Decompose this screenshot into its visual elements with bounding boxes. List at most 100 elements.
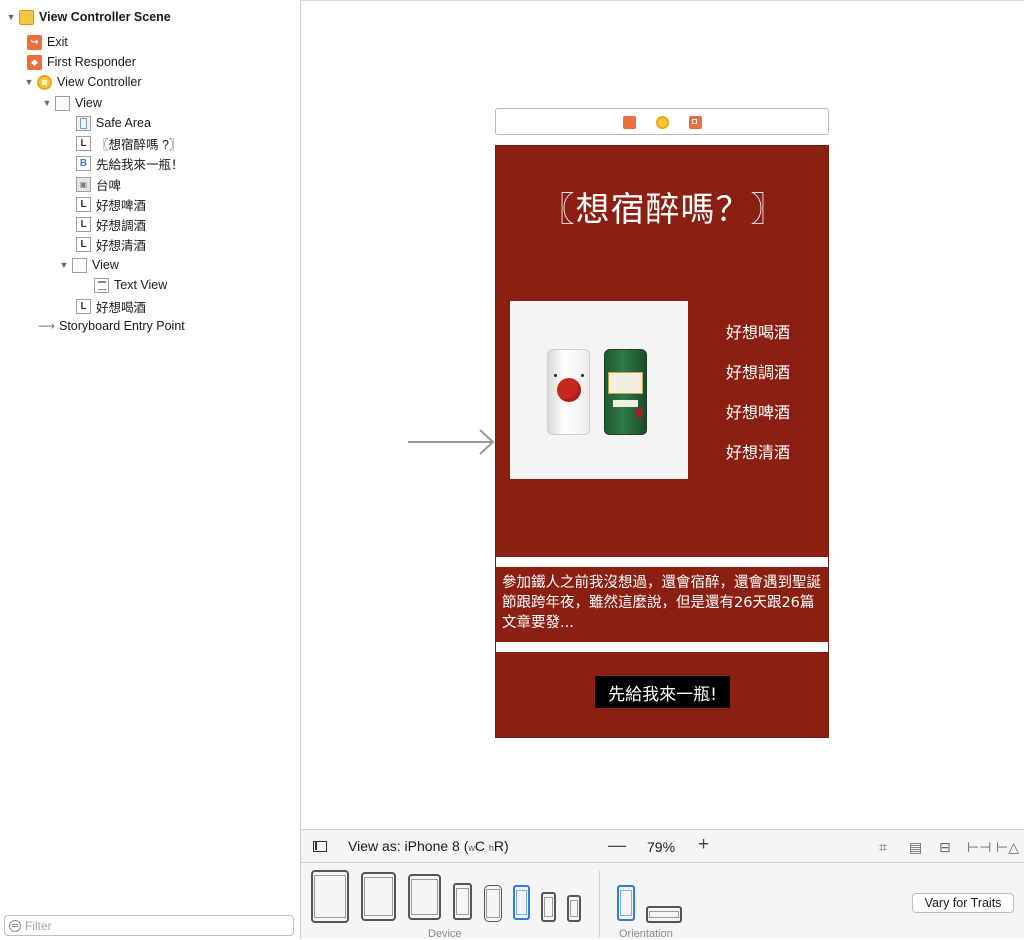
- outline-item-label: 好想清酒: [96, 238, 147, 253]
- view-controller-screen[interactable]: 〖想宿醉嗎？〗 好想喝酒 好想調酒 好想啤酒 好想清酒 參加鐵人之前我沒想過，還…: [495, 145, 829, 738]
- disclosure-triangle-icon[interactable]: ▼: [24, 77, 34, 87]
- label-sake[interactable]: 好想清酒: [726, 439, 790, 463]
- device-iphone-4s-icon[interactable]: [567, 895, 581, 922]
- device-iphone-8-plus-icon[interactable]: [453, 883, 472, 920]
- filter-field[interactable]: Filter: [4, 915, 294, 936]
- outline-item-label: Storyboard Entry Point: [59, 319, 185, 333]
- outline-item-label: 好想喝酒: [96, 300, 147, 315]
- orientation-portrait-icon[interactable]: [617, 885, 635, 921]
- view-controller-icon: [37, 74, 52, 90]
- sidebar-toggle-icon[interactable]: [313, 841, 327, 852]
- label-icon: L: [76, 196, 91, 212]
- vary-for-traits-button[interactable]: Vary for Traits: [912, 893, 1014, 913]
- device-iphone-se-icon[interactable]: [541, 892, 556, 922]
- outline-item-label: Exit: [47, 35, 68, 49]
- first-responder-icon[interactable]: [623, 116, 636, 129]
- outline-item-label: First Responder: [47, 55, 136, 69]
- entry-arrow-icon: ⟶: [38, 319, 56, 333]
- label-icon: L: [76, 135, 91, 151]
- outline-row-title-label[interactable]: L 〖想宿醉嗎 ?〗: [76, 133, 181, 153]
- filter-icon: [9, 919, 21, 932]
- orientation-landscape-icon[interactable]: [646, 906, 682, 923]
- document-outline: ▼ View Controller Scene ↪ Exit ◆ First R…: [0, 0, 301, 939]
- device-ipad-pro-10-icon[interactable]: [361, 872, 396, 921]
- label-cocktail[interactable]: 好想調酒: [726, 359, 790, 383]
- outline-item-label: View Controller: [57, 75, 142, 89]
- zoom-in-button[interactable]: +: [698, 834, 709, 856]
- outline-item-label: View Controller Scene: [39, 10, 171, 24]
- outline-item-label: 好想啤酒: [96, 198, 147, 213]
- device-caption: Device: [428, 928, 462, 940]
- outline-item-label: Text View: [114, 278, 168, 292]
- outline-item-label: View: [75, 96, 102, 110]
- outline-row-first-responder[interactable]: ◆ First Responder: [27, 52, 136, 72]
- first-responder-icon: ◆: [27, 54, 42, 70]
- view-as-bar: View as: iPhone 8 (wC hR) — 79% + ⌗ ▤ ⊟ …: [301, 829, 1024, 862]
- outline-row-entry-point[interactable]: ⟶ Storyboard Entry Point: [38, 316, 185, 336]
- text-view[interactable]: 參加鐵人之前我沒想過，還會宿醉，還會遇到聖誕節跟跨年夜，雖然這麼說，但是還有26…: [496, 567, 828, 642]
- view-icon: [72, 257, 87, 273]
- button-icon: B: [76, 155, 91, 171]
- safe-area-icon: [76, 115, 91, 131]
- outline-row-view[interactable]: ▼ View: [42, 93, 102, 113]
- device-ipad-icon[interactable]: [408, 874, 441, 920]
- outline-row-label-cocktail[interactable]: L 好想調酒: [76, 214, 146, 234]
- outline-row-view-controller[interactable]: ▼ View Controller: [24, 72, 142, 92]
- outline-row-image-view[interactable]: ▣ 台啤: [76, 174, 121, 194]
- update-frames-icon[interactable]: ⌗: [879, 839, 887, 856]
- beer-image-view[interactable]: [510, 301, 688, 479]
- view-as-label[interactable]: View as: iPhone 8 (wC hR): [348, 838, 509, 854]
- outline-row-inner-view[interactable]: ▼ View: [59, 255, 119, 275]
- outline-row-button[interactable]: B 先給我來一瓶！: [76, 153, 184, 173]
- container-view-top[interactable]: [496, 557, 828, 567]
- label-icon: L: [76, 216, 91, 232]
- outline-item-label: 好想調酒: [96, 218, 147, 233]
- view-controller-icon[interactable]: [656, 116, 669, 129]
- zoom-level: 79%: [647, 839, 676, 855]
- zoom-out-button[interactable]: —: [608, 835, 626, 856]
- give-me-a-bottle-button[interactable]: 先給我來一瓶!: [595, 676, 730, 708]
- outline-row-exit[interactable]: ↪ Exit: [27, 32, 68, 52]
- label-icon: L: [76, 236, 91, 252]
- outline-item-label: Safe Area: [96, 116, 151, 130]
- label-beer[interactable]: 好想啤酒: [726, 399, 790, 423]
- orientation-caption: Orientation: [619, 928, 673, 940]
- label-icon: L: [76, 298, 91, 314]
- device-iphone-x-icon[interactable]: [484, 885, 502, 922]
- device-iphone-8-icon[interactable]: [513, 885, 530, 920]
- outline-row-label-sake[interactable]: L 好想清酒: [76, 234, 146, 254]
- resolve-layout-icon[interactable]: ⊢△: [996, 839, 1019, 856]
- label-drink[interactable]: 好想喝酒: [726, 319, 790, 343]
- outline-row-label-drink[interactable]: L 好想喝酒: [76, 296, 146, 316]
- view-icon: [55, 95, 70, 111]
- outline-row-text-view[interactable]: Text View: [94, 275, 167, 295]
- filter-placeholder: Filter: [25, 918, 52, 933]
- exit-icon: ↪: [27, 34, 42, 50]
- add-constraints-icon[interactable]: ⊢⊣: [967, 839, 991, 856]
- outline-item-label: 台啤: [96, 178, 122, 193]
- device-ipad-pro-12-icon[interactable]: [311, 870, 349, 923]
- disclosure-triangle-icon[interactable]: ▼: [6, 12, 16, 22]
- outline-row-safe-area[interactable]: Safe Area: [76, 113, 151, 133]
- outline-item-label: View: [92, 258, 119, 272]
- storyboard-entry-arrow-icon[interactable]: [408, 427, 498, 457]
- device-bar: Device Orientation Vary for Traits: [301, 862, 1024, 940]
- outline-row-label-beer[interactable]: L 好想啤酒: [76, 194, 146, 214]
- outline-row-scene[interactable]: ▼ View Controller Scene: [6, 7, 171, 27]
- divider: [599, 871, 600, 937]
- white-can-image: [547, 349, 590, 435]
- outline-item-label: 先給我來一瓶！: [96, 157, 184, 172]
- align-icon[interactable]: ⊟: [939, 839, 951, 856]
- title-label[interactable]: 〖想宿醉嗎？〗: [496, 182, 828, 231]
- outline-item-label: 〖想宿醉嗎 ?〗: [96, 137, 182, 152]
- scene-dock: [495, 108, 829, 135]
- embed-in-stack-icon[interactable]: ▤: [909, 839, 922, 856]
- disclosure-triangle-icon[interactable]: ▼: [42, 98, 52, 108]
- image-view-icon: ▣: [76, 176, 91, 192]
- disclosure-triangle-icon[interactable]: ▼: [59, 260, 69, 270]
- container-view-bottom[interactable]: [496, 642, 828, 652]
- text-view-icon: [94, 277, 109, 293]
- taiwan-beer-can-image: [604, 349, 647, 435]
- exit-icon[interactable]: [689, 116, 702, 129]
- scene-icon: [19, 9, 34, 25]
